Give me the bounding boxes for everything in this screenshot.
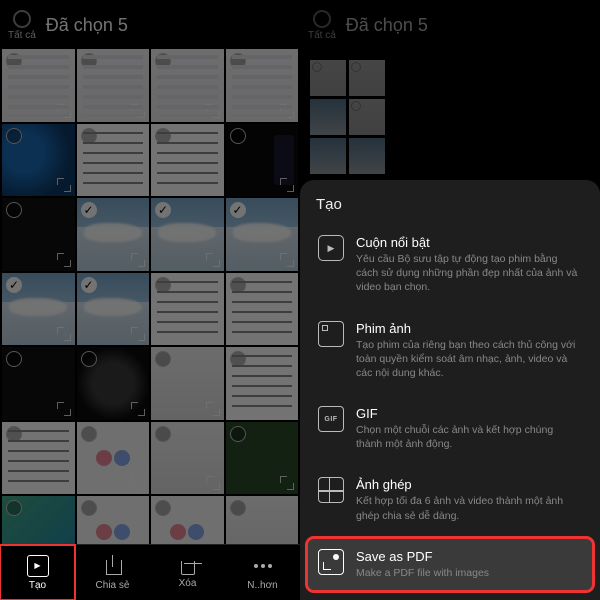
gallery-panel-left: Tất cả Đã chọn 5 ✓ ✓ ✓ ✓ ✓ bbox=[0, 0, 300, 600]
header: Tất cả Đã chọn 5 bbox=[0, 0, 300, 49]
create-icon bbox=[27, 555, 49, 577]
thumbnail[interactable] bbox=[226, 422, 299, 495]
option-highlight-reel[interactable]: Cuộn nổi bật Yêu cầu Bộ sưu tập tự động … bbox=[316, 225, 584, 305]
option-title: GIF bbox=[356, 406, 582, 421]
thumbnail[interactable] bbox=[2, 198, 75, 271]
more-button[interactable]: N..hơn bbox=[225, 545, 300, 600]
more-label: N..hơn bbox=[247, 580, 277, 591]
thumbnail[interactable] bbox=[77, 347, 150, 420]
select-all[interactable]: Tất cả bbox=[8, 10, 36, 41]
create-button[interactable]: Tạo bbox=[0, 545, 75, 600]
delete-label: Xóa bbox=[179, 578, 197, 589]
thumbnail[interactable] bbox=[151, 422, 224, 495]
sheet-title: Tạo bbox=[316, 196, 584, 213]
share-icon bbox=[102, 555, 124, 577]
thumbnail[interactable] bbox=[77, 49, 150, 122]
thumbnail[interactable] bbox=[151, 273, 224, 346]
delete-button[interactable]: Xóa bbox=[150, 545, 225, 600]
option-title: Cuộn nổi bật bbox=[356, 235, 582, 250]
option-title: Save as PDF bbox=[356, 549, 582, 564]
gallery-panel-right: Tất cả Đã chọn 5 Tạo Cuộn nổi bật Yêu cầ… bbox=[300, 0, 600, 600]
checkmark-icon: ✓ bbox=[230, 202, 246, 218]
thumbnail[interactable] bbox=[226, 124, 299, 197]
checkmark-icon: ✓ bbox=[6, 277, 22, 293]
share-button[interactable]: Chia sẻ bbox=[75, 545, 150, 600]
option-desc: Make a PDF file with images bbox=[356, 566, 582, 580]
select-all-circle bbox=[13, 10, 31, 28]
option-gif[interactable]: GIF GIF Chọn một chuỗi các ảnh và kết hợ… bbox=[316, 396, 584, 461]
checkmark-icon: ✓ bbox=[81, 277, 97, 293]
thumbnail[interactable]: ✓ bbox=[77, 273, 150, 346]
image-icon bbox=[318, 549, 344, 575]
option-movie[interactable]: Phim ảnh Tạo phim của riêng bạn theo các… bbox=[316, 311, 584, 391]
option-collage[interactable]: Ảnh ghép Kết hợp tối đa 6 ảnh và video t… bbox=[316, 467, 584, 532]
create-label: Tạo bbox=[29, 580, 46, 591]
thumbnail[interactable] bbox=[2, 422, 75, 495]
thumbnail[interactable] bbox=[2, 124, 75, 197]
thumbnail[interactable] bbox=[2, 347, 75, 420]
thumbnail[interactable]: ✓ bbox=[77, 198, 150, 271]
create-sheet: Tạo Cuộn nổi bật Yêu cầu Bộ sưu tập tự đ… bbox=[300, 180, 600, 600]
bottom-bar: Tạo Chia sẻ Xóa N..hơn bbox=[0, 544, 300, 600]
thumbnail[interactable]: ✓ bbox=[151, 198, 224, 271]
collage-icon bbox=[318, 477, 344, 503]
more-icon bbox=[252, 555, 274, 577]
option-title: Phim ảnh bbox=[356, 321, 582, 336]
thumbnail[interactable] bbox=[151, 49, 224, 122]
thumbnail[interactable] bbox=[151, 347, 224, 420]
thumbnail[interactable]: ✓ bbox=[226, 198, 299, 271]
selection-title: Đã chọn 5 bbox=[46, 15, 128, 36]
trash-icon bbox=[181, 561, 195, 575]
share-label: Chia sẻ bbox=[96, 580, 130, 591]
thumbnail[interactable] bbox=[151, 124, 224, 197]
thumbnail[interactable]: ✓ bbox=[2, 273, 75, 346]
thumbnail[interactable] bbox=[226, 347, 299, 420]
option-desc: Kết hợp tối đa 6 ảnh và video thành một … bbox=[356, 494, 582, 522]
thumbnail[interactable] bbox=[77, 124, 150, 197]
gif-icon: GIF bbox=[318, 406, 344, 432]
option-desc: Chọn một chuỗi các ảnh và kết hợp chúng … bbox=[356, 423, 582, 451]
checkmark-icon: ✓ bbox=[81, 202, 97, 218]
checkmark-icon: ✓ bbox=[155, 202, 171, 218]
thumbnail[interactable] bbox=[226, 273, 299, 346]
option-desc: Tạo phim của riêng bạn theo cách thủ côn… bbox=[356, 338, 582, 381]
option-save-pdf[interactable]: Save as PDF Make a PDF file with images bbox=[308, 539, 592, 590]
thumbnail[interactable] bbox=[226, 49, 299, 122]
option-title: Ảnh ghép bbox=[356, 477, 582, 492]
thumbnail-grid: ✓ ✓ ✓ ✓ ✓ bbox=[0, 49, 300, 569]
film-icon bbox=[318, 321, 344, 347]
thumbnail[interactable] bbox=[2, 49, 75, 122]
play-icon bbox=[318, 235, 344, 261]
option-desc: Yêu cầu Bộ sưu tập tự động tạo phim bằng… bbox=[356, 252, 582, 295]
select-all-label: Tất cả bbox=[8, 30, 36, 41]
thumbnail[interactable] bbox=[77, 422, 150, 495]
